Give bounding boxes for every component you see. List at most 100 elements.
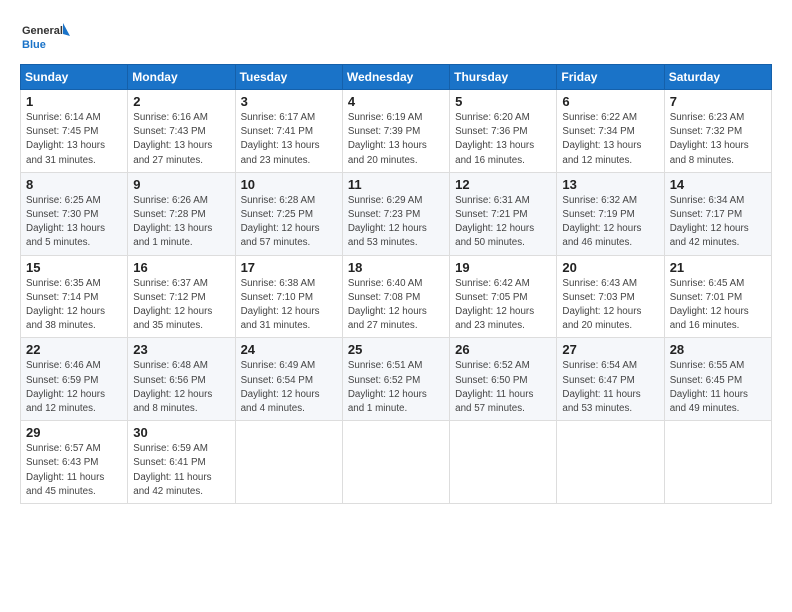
day-number: 6 [562,94,658,109]
day-number: 30 [133,425,229,440]
calendar-cell: 17 Sunrise: 6:38 AM Sunset: 7:10 PM Dayli… [235,255,342,338]
day-number: 17 [241,260,337,275]
day-number: 29 [26,425,122,440]
calendar-header-sunday: Sunday [21,65,128,90]
calendar-cell: 10 Sunrise: 6:28 AM Sunset: 7:25 PM Dayli… [235,172,342,255]
calendar-cell [664,421,771,504]
calendar-header-monday: Monday [128,65,235,90]
day-info: Sunrise: 6:48 AM Sunset: 6:56 PM Dayligh… [133,359,229,416]
day-number: 5 [455,94,551,109]
day-info: Sunrise: 6:38 AM Sunset: 7:10 PM Dayligh… [241,277,337,334]
calendar-cell [450,421,557,504]
day-info: Sunrise: 6:51 AM Sunset: 6:52 PM Dayligh… [348,359,444,416]
day-number: 20 [562,260,658,275]
day-info: Sunrise: 6:23 AM Sunset: 7:32 PM Dayligh… [670,111,766,168]
calendar-cell: 8Sunrise: 6:25 AM Sunset: 7:30 PM Daylig… [21,172,128,255]
day-info: Sunrise: 6:20 AM Sunset: 7:36 PM Dayligh… [455,111,551,168]
day-info: Sunrise: 6:52 AM Sunset: 6:50 PM Dayligh… [455,359,551,416]
calendar-table: SundayMondayTuesdayWednesdayThursdayFrid… [20,64,772,504]
day-number: 22 [26,342,122,357]
day-number: 10 [241,177,337,192]
calendar-cell: 5 Sunrise: 6:20 AM Sunset: 7:36 PM Daylig… [450,90,557,173]
day-info: Sunrise: 6:17 AM Sunset: 7:41 PM Dayligh… [241,111,337,168]
day-number: 14 [670,177,766,192]
day-info: Sunrise: 6:42 AM Sunset: 7:05 PM Dayligh… [455,277,551,334]
calendar-cell [557,421,664,504]
day-info: Sunrise: 6:46 AM Sunset: 6:59 PM Dayligh… [26,359,122,416]
day-info: Sunrise: 6:57 AM Sunset: 6:43 PM Dayligh… [26,442,122,499]
calendar-cell: 9Sunrise: 6:26 AM Sunset: 7:28 PM Daylig… [128,172,235,255]
day-number: 7 [670,94,766,109]
calendar-cell: 6 Sunrise: 6:22 AM Sunset: 7:34 PM Daylig… [557,90,664,173]
calendar-header-row: SundayMondayTuesdayWednesdayThursdayFrid… [21,65,772,90]
day-number: 18 [348,260,444,275]
day-number: 25 [348,342,444,357]
day-info: Sunrise: 6:34 AM Sunset: 7:17 PM Dayligh… [670,194,766,251]
calendar-week-3: 15 Sunrise: 6:35 AM Sunset: 7:14 PM Dayli… [21,255,772,338]
calendar-cell: 27Sunrise: 6:54 AM Sunset: 6:47 PM Dayli… [557,338,664,421]
day-number: 16 [133,260,229,275]
day-info: Sunrise: 6:22 AM Sunset: 7:34 PM Dayligh… [562,111,658,168]
svg-text:Blue: Blue [22,39,46,51]
day-info: Sunrise: 6:43 AM Sunset: 7:03 PM Dayligh… [562,277,658,334]
day-info: Sunrise: 6:32 AM Sunset: 7:19 PM Dayligh… [562,194,658,251]
day-number: 24 [241,342,337,357]
calendar-cell: 13 Sunrise: 6:32 AM Sunset: 7:19 PM Dayli… [557,172,664,255]
calendar-cell: 15 Sunrise: 6:35 AM Sunset: 7:14 PM Dayli… [21,255,128,338]
calendar-cell: 23 Sunrise: 6:48 AM Sunset: 6:56 PM Dayli… [128,338,235,421]
calendar-header-friday: Friday [557,65,664,90]
calendar-cell: 19Sunrise: 6:42 AM Sunset: 7:05 PM Dayli… [450,255,557,338]
calendar-cell: 1Sunrise: 6:14 AM Sunset: 7:45 PM Daylig… [21,90,128,173]
calendar-cell: 12Sunrise: 6:31 AM Sunset: 7:21 PM Dayli… [450,172,557,255]
calendar-header-tuesday: Tuesday [235,65,342,90]
calendar-cell [235,421,342,504]
calendar-cell: 24 Sunrise: 6:49 AM Sunset: 6:54 PM Dayli… [235,338,342,421]
day-number: 21 [670,260,766,275]
day-info: Sunrise: 6:45 AM Sunset: 7:01 PM Dayligh… [670,277,766,334]
day-number: 11 [348,177,444,192]
day-number: 23 [133,342,229,357]
calendar-cell: 22 Sunrise: 6:46 AM Sunset: 6:59 PM Dayli… [21,338,128,421]
header: General Blue [20,18,772,58]
calendar-week-2: 8Sunrise: 6:25 AM Sunset: 7:30 PM Daylig… [21,172,772,255]
day-info: Sunrise: 6:26 AM Sunset: 7:28 PM Dayligh… [133,194,229,251]
svg-text:General: General [22,25,63,37]
day-info: Sunrise: 6:55 AM Sunset: 6:45 PM Dayligh… [670,359,766,416]
calendar-cell [342,421,449,504]
calendar-cell: 26 Sunrise: 6:52 AM Sunset: 6:50 PM Dayli… [450,338,557,421]
day-info: Sunrise: 6:28 AM Sunset: 7:25 PM Dayligh… [241,194,337,251]
day-number: 4 [348,94,444,109]
day-number: 15 [26,260,122,275]
day-number: 1 [26,94,122,109]
day-info: Sunrise: 6:49 AM Sunset: 6:54 PM Dayligh… [241,359,337,416]
calendar-week-1: 1Sunrise: 6:14 AM Sunset: 7:45 PM Daylig… [21,90,772,173]
calendar-header-thursday: Thursday [450,65,557,90]
calendar-cell: 20 Sunrise: 6:43 AM Sunset: 7:03 PM Dayli… [557,255,664,338]
day-info: Sunrise: 6:29 AM Sunset: 7:23 PM Dayligh… [348,194,444,251]
page: General Blue SundayMondayTuesdayWednesda… [0,0,792,514]
calendar-cell: 11 Sunrise: 6:29 AM Sunset: 7:23 PM Dayli… [342,172,449,255]
day-info: Sunrise: 6:16 AM Sunset: 7:43 PM Dayligh… [133,111,229,168]
calendar-cell: 7 Sunrise: 6:23 AM Sunset: 7:32 PM Daylig… [664,90,771,173]
day-number: 8 [26,177,122,192]
day-number: 2 [133,94,229,109]
logo: General Blue [20,18,70,58]
calendar-week-4: 22 Sunrise: 6:46 AM Sunset: 6:59 PM Dayli… [21,338,772,421]
calendar-cell: 14 Sunrise: 6:34 AM Sunset: 7:17 PM Dayli… [664,172,771,255]
calendar-cell: 18 Sunrise: 6:40 AM Sunset: 7:08 PM Dayli… [342,255,449,338]
logo-svg: General Blue [20,18,70,58]
day-number: 26 [455,342,551,357]
day-info: Sunrise: 6:59 AM Sunset: 6:41 PM Dayligh… [133,442,229,499]
calendar-cell: 2 Sunrise: 6:16 AM Sunset: 7:43 PM Daylig… [128,90,235,173]
day-info: Sunrise: 6:37 AM Sunset: 7:12 PM Dayligh… [133,277,229,334]
day-number: 13 [562,177,658,192]
day-info: Sunrise: 6:40 AM Sunset: 7:08 PM Dayligh… [348,277,444,334]
calendar-cell: 28Sunrise: 6:55 AM Sunset: 6:45 PM Dayli… [664,338,771,421]
day-number: 12 [455,177,551,192]
day-info: Sunrise: 6:19 AM Sunset: 7:39 PM Dayligh… [348,111,444,168]
day-info: Sunrise: 6:35 AM Sunset: 7:14 PM Dayligh… [26,277,122,334]
calendar-week-5: 29 Sunrise: 6:57 AM Sunset: 6:43 PM Dayli… [21,421,772,504]
calendar-cell: 21 Sunrise: 6:45 AM Sunset: 7:01 PM Dayli… [664,255,771,338]
day-number: 3 [241,94,337,109]
day-number: 27 [562,342,658,357]
